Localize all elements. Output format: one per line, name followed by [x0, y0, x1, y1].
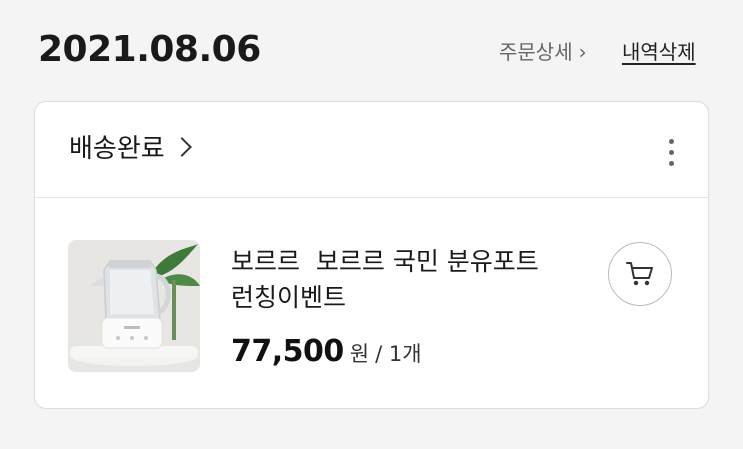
- add-to-cart-button[interactable]: [608, 242, 672, 306]
- product-quantity: / 1개: [375, 342, 422, 366]
- order-detail-link[interactable]: 주문상세 ›: [499, 38, 587, 66]
- kettle-product-image: [68, 240, 200, 372]
- price-row: 77,500 원/ 1개: [231, 334, 422, 374]
- price-unit: 원: [349, 342, 370, 366]
- order-detail-label: 주문상세: [499, 40, 573, 64]
- order-date: 2021.08.06: [38, 29, 261, 70]
- cart-icon: [626, 262, 653, 286]
- delivery-status-link[interactable]: 배송완료: [69, 132, 192, 166]
- more-vertical-icon: [668, 138, 674, 144]
- chevron-right-icon: [171, 137, 192, 157]
- order-card-header: 배송완료: [35, 102, 708, 198]
- chevron-right-icon: ›: [578, 40, 587, 64]
- product-name[interactable]: 보르르 보르르 국민 분유포트 런칭이벤트: [231, 244, 611, 316]
- delete-history-link[interactable]: 내역삭제: [622, 38, 696, 66]
- product-price: 77,500: [231, 334, 344, 369]
- product-thumbnail[interactable]: [68, 240, 200, 372]
- more-options-button[interactable]: [657, 132, 685, 172]
- order-header: 2021.08.06 주문상세 › 내역삭제: [0, 0, 743, 100]
- order-card: 배송완료 보르르 보르르 국민 분유포트 런칭이벤트 77,500 원 / 1개: [34, 101, 709, 409]
- delivery-status-label: 배송완료: [69, 134, 165, 164]
